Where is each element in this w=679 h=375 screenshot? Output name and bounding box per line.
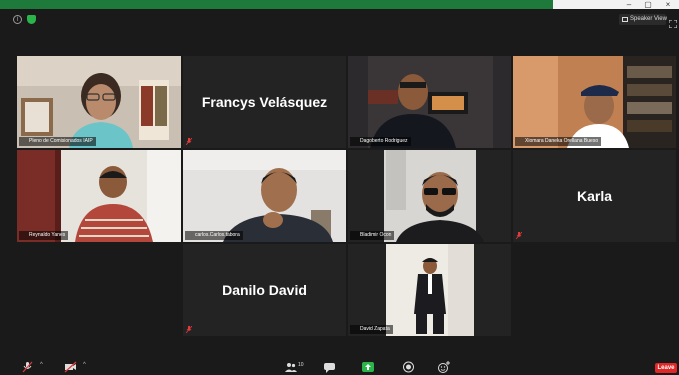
video-feed [348, 150, 511, 242]
start-video-button[interactable] [64, 360, 77, 373]
video-tile-karla[interactable]: Karla [513, 150, 676, 242]
participant-name: Pleno de Comisionados IAIP [29, 138, 93, 144]
minimize-button[interactable]: – [620, 0, 638, 9]
participant-name: Dagoberto Rodriguez [360, 138, 408, 144]
shield-icon[interactable] [27, 15, 36, 24]
participant-name-tag: Bladimir Ocon [350, 231, 395, 240]
video-feed [17, 150, 181, 242]
participant-name: David Zapata [360, 326, 390, 332]
participant-name-tag: Xiomara Daneka Orellana Bueso [515, 137, 602, 146]
participant-name: Reynaldo Yanes [29, 232, 66, 238]
audio-options-caret[interactable]: ^ [40, 362, 43, 368]
participant-name-tag: David Zapata [350, 325, 393, 334]
chat-icon [324, 363, 335, 373]
info-icon[interactable]: i [13, 15, 22, 24]
video-tile-xiomara[interactable]: Xiomara Daneka Orellana Bueso [513, 56, 676, 148]
video-tile-dagoberto[interactable]: Dagoberto Rodriguez [348, 56, 511, 148]
video-tile-david[interactable]: David Zapata [348, 244, 511, 336]
participant-name-tag: Pleno de Comisionados IAIP [19, 137, 96, 146]
participant-name-tag: Dagoberto Rodriguez [350, 137, 411, 146]
participant-name: carlos.Carlos.tabora [195, 232, 240, 238]
muted-mic-icon [186, 138, 192, 145]
video-tile-francys[interactable]: Francys Velásquez [183, 56, 346, 148]
fullscreen-icon[interactable] [668, 15, 678, 29]
muted-mic-icon [516, 232, 522, 239]
video-options-caret[interactable]: ^ [83, 362, 86, 368]
title-bar-green [0, 0, 553, 9]
leave-button[interactable]: Leave [655, 363, 677, 373]
chat-button[interactable] [324, 360, 335, 373]
record-icon [403, 361, 414, 373]
share-screen-icon [362, 362, 374, 372]
reactions-icon [438, 361, 450, 373]
participant-name: Xiomara Daneka Orellana Bueso [525, 138, 599, 144]
meeting-info-bar [0, 9, 679, 29]
participants-icon [285, 363, 297, 372]
video-tile-danilo[interactable]: Danilo David [183, 244, 346, 336]
participant-name-large: Karla [576, 188, 613, 204]
record-button[interactable] [403, 360, 414, 373]
participant-name-large: Francys Velásquez [201, 94, 328, 110]
video-feed [348, 244, 511, 336]
video-tile-reynaldo[interactable]: Reynaldo Yanes [17, 150, 181, 242]
video-feed [348, 56, 511, 148]
participant-name-tag: carlos.Carlos.tabora [185, 231, 243, 240]
video-feed [183, 150, 346, 242]
video-feed [513, 56, 676, 148]
video-tile-bladimir[interactable]: Bladimir Ocon [348, 150, 511, 242]
reactions-button[interactable] [438, 360, 450, 373]
participant-name: Bladimir Ocon [360, 232, 392, 238]
participants-button[interactable] [285, 360, 297, 372]
close-button[interactable]: × [659, 0, 677, 9]
speaker-view-button[interactable]: Speaker View [619, 14, 667, 25]
video-tile-pleno[interactable]: Pleno de Comisionados IAIP [17, 56, 181, 148]
speaker-view-label: Speaker View [630, 16, 667, 22]
maximize-button[interactable]: ▢ [639, 0, 657, 9]
participant-name-tag: Reynaldo Yanes [19, 231, 69, 240]
bottom-toolbar [0, 355, 679, 375]
muted-mic-icon [186, 326, 192, 333]
share-screen-button[interactable] [362, 360, 374, 372]
participants-count: 10 [298, 362, 304, 368]
video-tile-carlos[interactable]: carlos.Carlos.tabora [183, 150, 346, 242]
participant-name-large: Danilo David [222, 282, 307, 298]
mute-button[interactable] [22, 360, 33, 373]
grid-icon [622, 17, 628, 22]
video-off-icon [64, 361, 77, 373]
video-feed [17, 56, 181, 148]
muted-mic-icon [22, 361, 33, 373]
